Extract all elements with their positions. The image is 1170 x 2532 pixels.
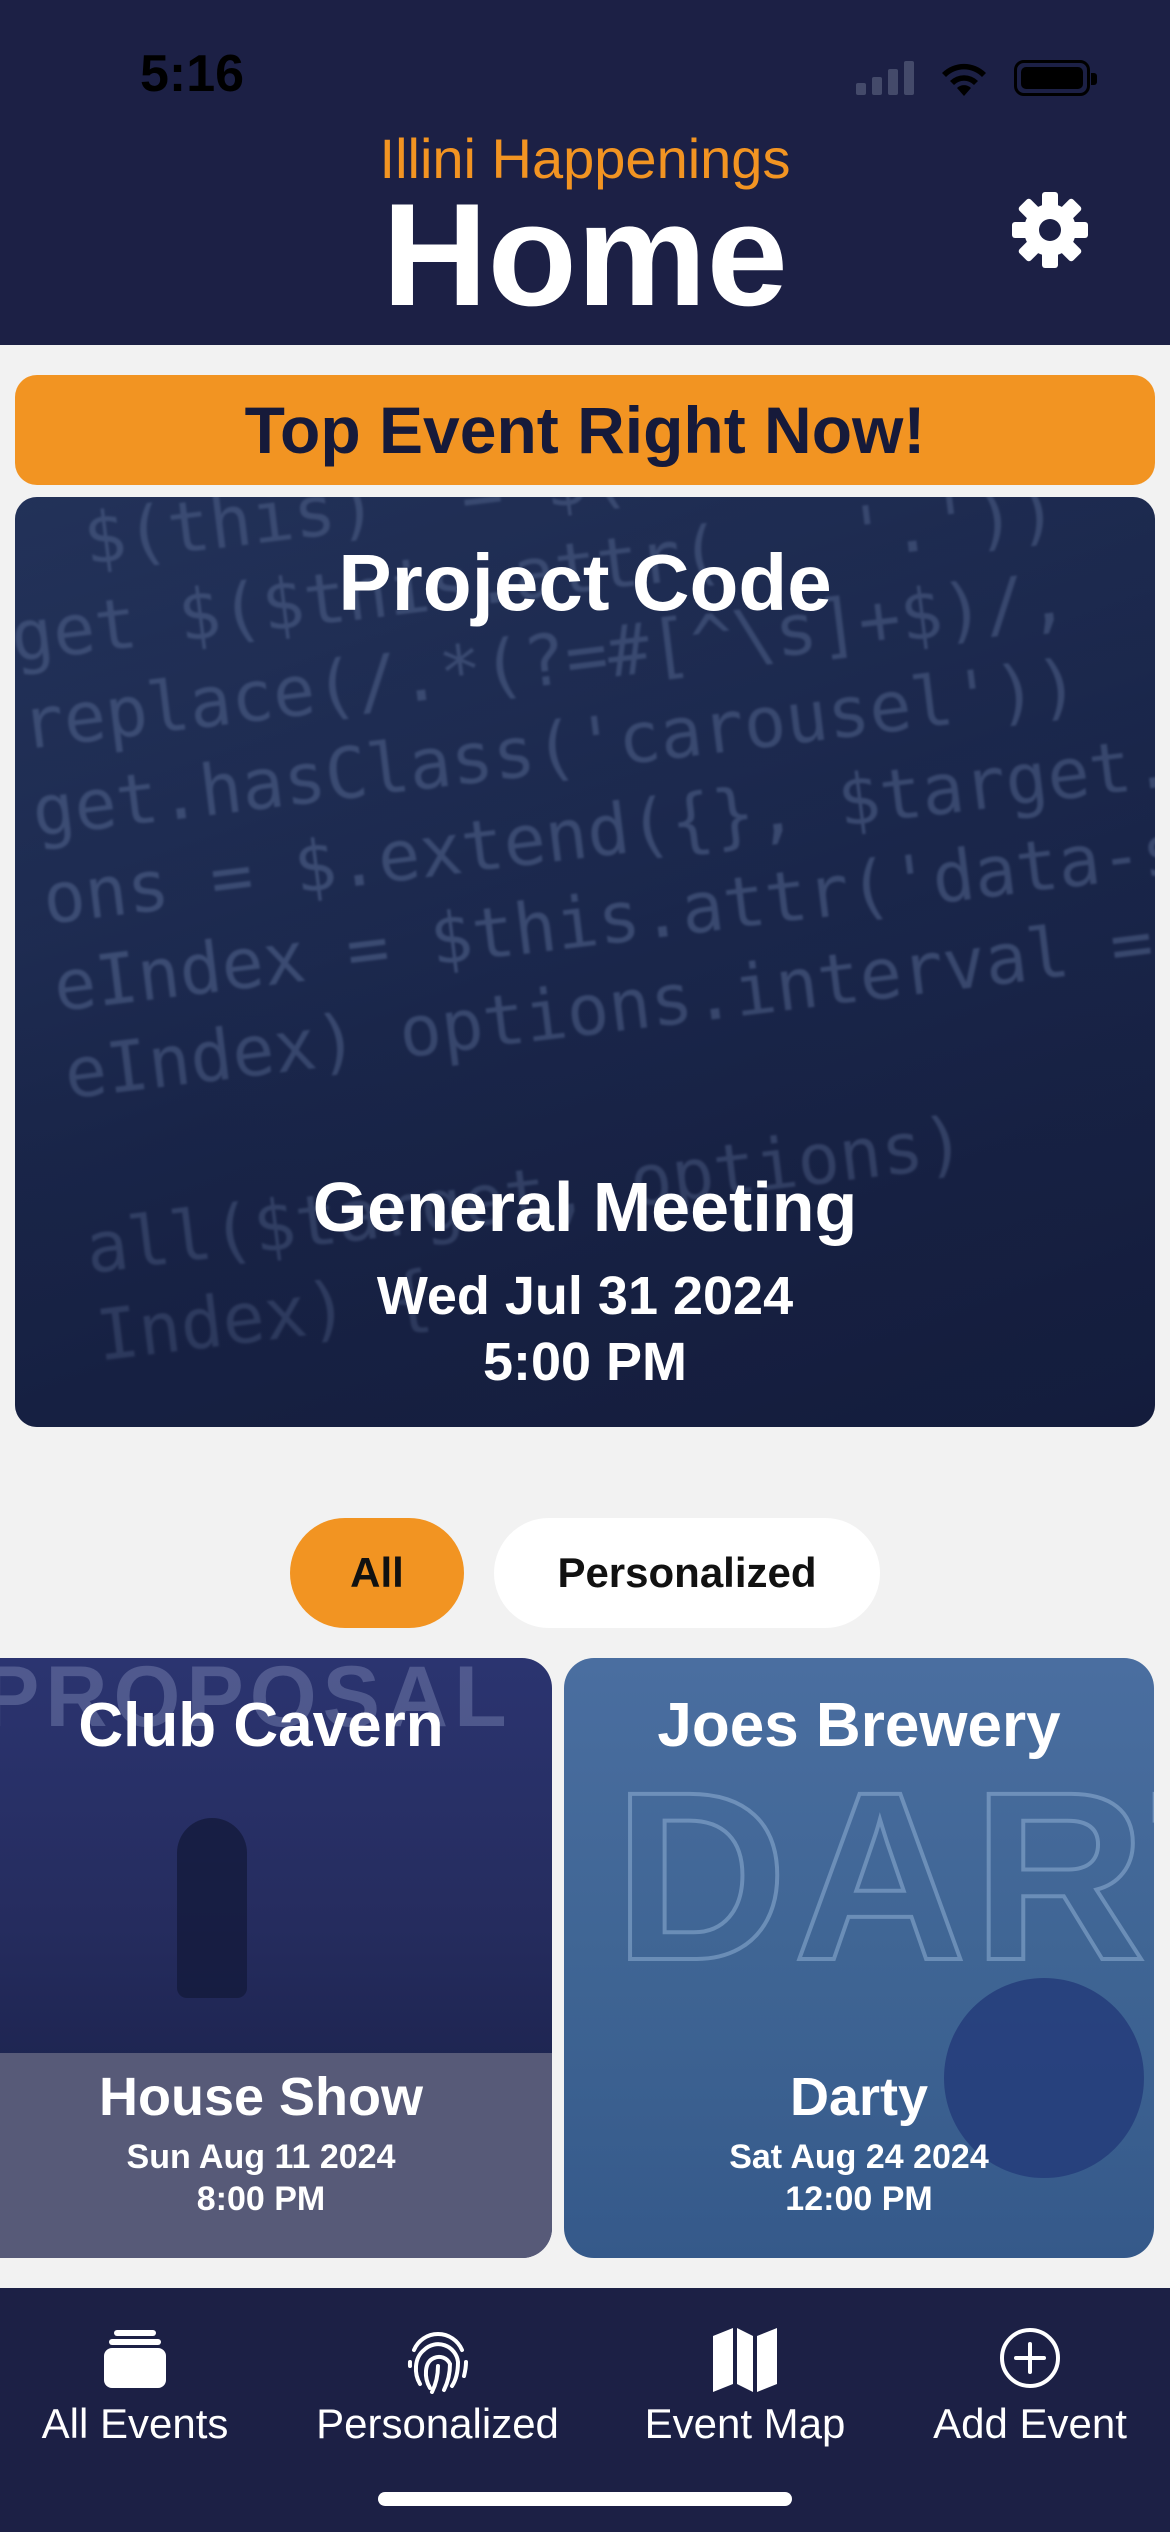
plus-circle-icon — [1000, 2328, 1060, 2388]
featured-event-name: General Meeting — [312, 1168, 858, 1246]
tab-personalized[interactable]: Personalized — [310, 2322, 565, 2448]
featured-event-card[interactable]: $(this) = $(data-target get $($this.attr… — [15, 497, 1155, 1427]
event-card[interactable]: DARTY Joes Brewery Darty Sat Aug 24 2024… — [564, 1658, 1154, 2258]
wifi-icon — [942, 63, 986, 96]
poster-decoration: DARTY — [612, 1740, 1154, 2012]
status-icons — [856, 58, 1097, 98]
tab-all-events[interactable]: All Events — [40, 2322, 230, 2448]
map-icon — [713, 2328, 777, 2392]
page-title: Home — [382, 173, 788, 336]
gear-icon[interactable] — [1010, 190, 1090, 270]
battery-icon — [1014, 60, 1097, 96]
featured-club-name: Project Code — [338, 538, 832, 627]
event-name: House Show — [98, 2067, 424, 2127]
header: 5:16 Illini Happenings Home — [0, 0, 1170, 345]
event-date: Sat Aug 24 2024 — [729, 2138, 989, 2176]
tab-label: Add Event — [933, 2400, 1127, 2447]
event-time: 8:00 PM — [196, 2180, 326, 2218]
top-event-banner: Top Event Right Now! — [15, 375, 1155, 485]
event-name: Darty — [789, 2067, 929, 2127]
event-time: 12:00 PM — [785, 2180, 933, 2218]
poster-figure — [177, 1818, 247, 1998]
tab-event-map[interactable]: Event Map — [640, 2322, 850, 2448]
signal-icon — [856, 61, 914, 95]
event-card[interactable]: PROPOSAL Club Cavern House Show Sun Aug … — [0, 1658, 552, 2258]
featured-event-time: 5:00 PM — [482, 1332, 688, 1392]
event-club-name: Club Cavern — [78, 1691, 444, 1760]
event-club-name: Joes Brewery — [657, 1691, 1061, 1760]
status-time: 5:16 — [140, 45, 245, 103]
stack-icon — [104, 2330, 166, 2388]
filter-all-button[interactable]: All — [290, 1518, 464, 1628]
featured-event-date: Wed Jul 31 2024 — [376, 1266, 794, 1326]
tab-label: All Events — [41, 2400, 229, 2447]
tab-label: Personalized — [316, 2400, 559, 2447]
fingerprint-icon — [407, 2332, 468, 2394]
event-date: Sun Aug 11 2024 — [126, 2138, 396, 2176]
filter-personalized-button[interactable]: Personalized — [494, 1518, 880, 1628]
home-indicator[interactable] — [378, 2492, 792, 2506]
tab-label: Event Map — [644, 2400, 846, 2447]
tab-add-event[interactable]: Add Event — [925, 2322, 1135, 2448]
